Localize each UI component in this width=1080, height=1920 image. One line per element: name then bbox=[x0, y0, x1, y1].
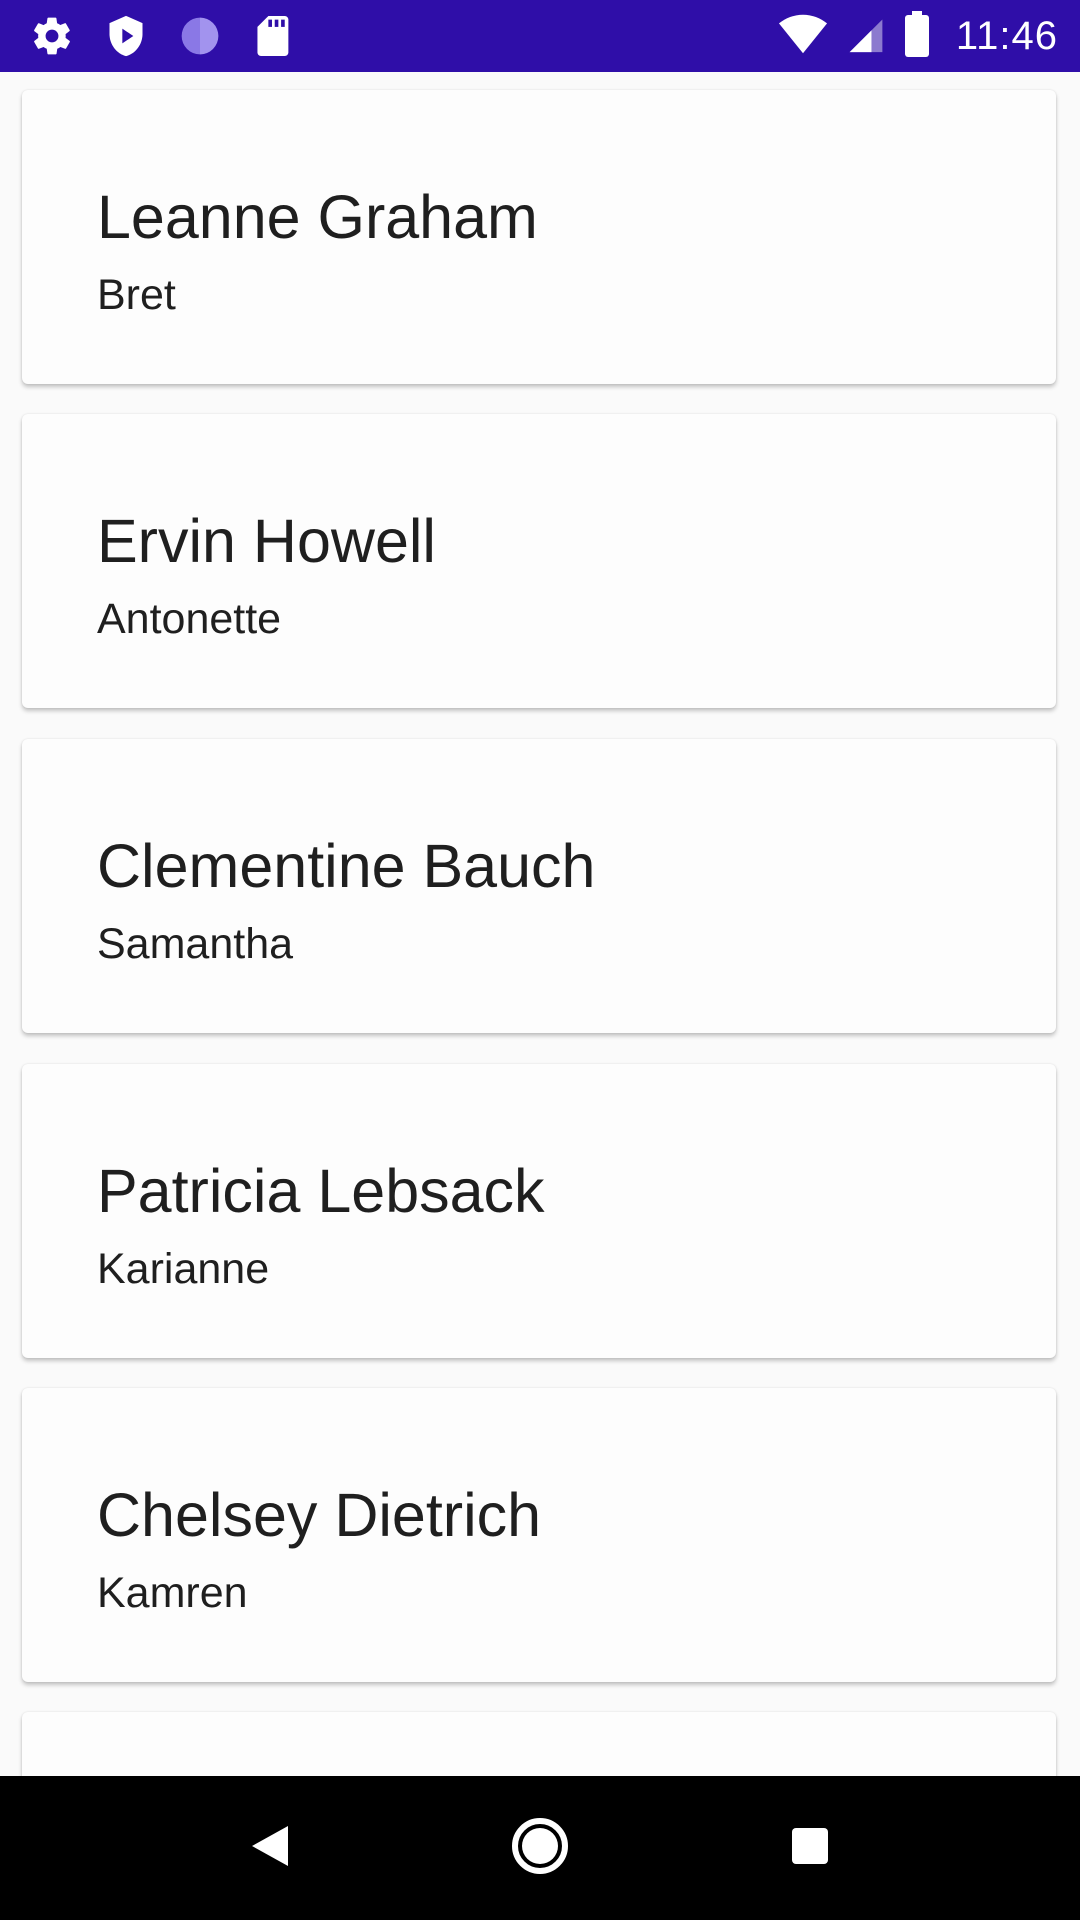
settings-icon bbox=[30, 14, 74, 58]
recents-button[interactable] bbox=[774, 1812, 846, 1884]
home-button[interactable] bbox=[504, 1812, 576, 1884]
user-card[interactable]: Leanne Graham Bret bbox=[22, 90, 1056, 384]
user-card[interactable]: Clementine Bauch Samantha bbox=[22, 739, 1056, 1033]
user-name: Leanne Graham bbox=[97, 183, 538, 251]
navigation-bar bbox=[0, 1776, 1080, 1920]
circle-icon bbox=[178, 14, 222, 58]
recents-icon bbox=[790, 1826, 830, 1871]
status-bar-system: 11:46 bbox=[778, 10, 1058, 62]
status-bar-clock: 11:46 bbox=[955, 13, 1058, 58]
user-name: Clementine Bauch bbox=[97, 832, 596, 900]
user-name: Ervin Howell bbox=[97, 507, 436, 575]
sd-card-icon bbox=[252, 14, 292, 58]
user-username: Kamren bbox=[97, 1569, 248, 1617]
user-username: Samantha bbox=[97, 920, 294, 968]
back-icon bbox=[248, 1822, 292, 1875]
user-name: Patricia Lebsack bbox=[97, 1157, 545, 1225]
status-bar: 11:46 bbox=[0, 0, 1080, 72]
user-username: Antonette bbox=[97, 595, 282, 643]
user-card[interactable]: Chelsey Dietrich Kamren bbox=[22, 1388, 1056, 1682]
user-card[interactable]: Ervin Howell Antonette bbox=[22, 414, 1056, 708]
status-bar-notifications bbox=[30, 12, 292, 60]
user-card[interactable]: Patricia Lebsack Karianne bbox=[22, 1064, 1056, 1358]
user-username: Karianne bbox=[97, 1245, 270, 1293]
user-list[interactable]: Leanne Graham Bret Ervin Howell Antonett… bbox=[0, 72, 1080, 1776]
cell-signal-icon bbox=[846, 12, 886, 61]
user-username: Bret bbox=[97, 271, 176, 319]
home-icon bbox=[510, 1816, 570, 1881]
wifi-icon bbox=[778, 12, 828, 61]
battery-icon bbox=[904, 10, 930, 62]
app-screen: 11:46 Leanne Graham Bret Ervin Howell An… bbox=[0, 0, 1080, 1920]
back-button[interactable] bbox=[234, 1812, 306, 1884]
user-name: Chelsey Dietrich bbox=[97, 1481, 542, 1549]
user-card-partial[interactable] bbox=[22, 1712, 1056, 1776]
shield-play-icon bbox=[104, 14, 148, 58]
